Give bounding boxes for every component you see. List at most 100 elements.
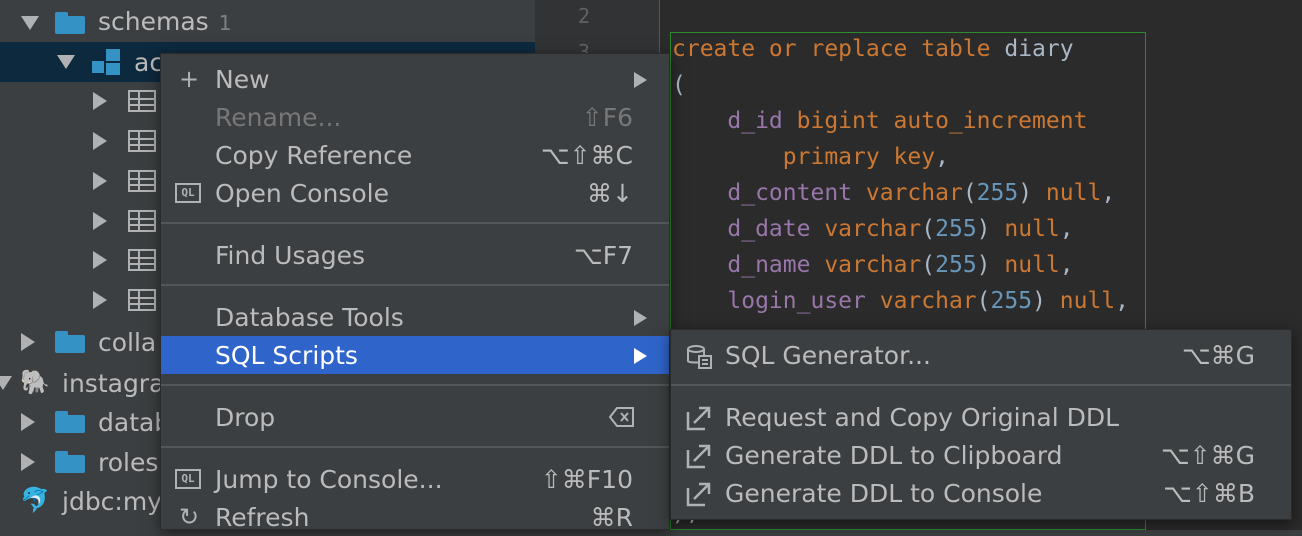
menu-separator	[671, 384, 1291, 386]
menu-item-label: Rename...	[215, 103, 342, 132]
code-line: create or replace table diary	[672, 36, 1074, 62]
sql-generator-icon	[687, 345, 712, 369]
expand-arrow-icon[interactable]	[21, 453, 35, 471]
menu-item-shortcut: ⌥⇧⌘G	[1160, 441, 1255, 470]
menu-item-label: Jump to Console...	[215, 465, 443, 494]
code-token: create or replace table	[672, 36, 1005, 62]
code-token: )	[1032, 288, 1060, 314]
code-token: ,	[1059, 216, 1074, 242]
code-token: (	[672, 72, 686, 98]
line-number: 2	[577, 4, 590, 28]
menu-item-sql-scripts[interactable]: SQL Scripts	[161, 336, 669, 374]
menu-separator	[161, 446, 669, 448]
code-token: d_date	[672, 216, 825, 242]
expand-arrow-icon[interactable]	[93, 132, 107, 150]
code-token: varchar	[879, 288, 977, 314]
menu-item-ddl-to-console[interactable]: Generate DDL to Console ⌥⇧⌘B	[671, 474, 1291, 512]
code-token: (	[921, 252, 936, 278]
menu-separator	[161, 384, 669, 386]
menu-item-label: Database Tools	[215, 303, 404, 332]
code-token: null	[1004, 252, 1060, 278]
menu-item-open-console[interactable]: QL Open Console ⌘↓	[161, 174, 669, 212]
code-token: (	[976, 288, 991, 314]
menu-item-label: Generate DDL to Console	[725, 479, 1043, 508]
code-token: (	[921, 216, 936, 242]
export-arrow-icon	[686, 482, 711, 507]
folder-icon	[55, 331, 85, 353]
submenu-arrow-icon	[634, 72, 647, 88]
console-icon: QL	[175, 469, 201, 489]
refresh-icon: ↻	[178, 503, 200, 531]
tree-row-schemas[interactable]: schemas 1	[0, 3, 535, 43]
expand-arrow-icon[interactable]	[93, 172, 107, 190]
expand-arrow-icon[interactable]	[21, 413, 35, 431]
code-token: 255	[935, 252, 977, 278]
menu-item-find-usages[interactable]: Find Usages ⌥F7	[161, 236, 669, 274]
code-token: )	[976, 252, 1005, 278]
menu-item-refresh[interactable]: ↻ Refresh ⌘R	[161, 498, 669, 536]
code-token: null	[1059, 288, 1116, 314]
menu-item-database-tools[interactable]: Database Tools	[161, 298, 669, 336]
menu-item-label: New	[215, 65, 270, 94]
submenu-arrow-icon	[634, 348, 647, 364]
table-icon	[128, 289, 156, 311]
code-token: ,	[1101, 180, 1116, 206]
menu-separator	[161, 284, 669, 286]
code-token: null	[1004, 216, 1060, 242]
delete-icon	[609, 407, 634, 427]
code-token: d_id	[672, 108, 797, 134]
submenu-arrow-icon	[634, 310, 647, 326]
menu-item-shortcut: ⇧F6	[581, 103, 633, 132]
menu-item-label: Find Usages	[215, 241, 366, 270]
menu-separator	[161, 222, 669, 224]
table-icon	[128, 90, 156, 112]
code-token: 255	[990, 288, 1033, 314]
code-token: login_user	[672, 288, 880, 314]
expand-arrow-icon[interactable]	[21, 333, 35, 351]
expand-arrow-icon[interactable]	[93, 212, 107, 230]
mysql-icon: 🐬	[20, 486, 50, 514]
code-token: varchar	[824, 252, 922, 278]
code-token: null	[1045, 180, 1102, 206]
code-token: ,	[1059, 252, 1074, 278]
menu-item-label: Drop	[215, 403, 276, 432]
tree-row-label: ac	[134, 48, 164, 77]
code-token: 255	[976, 180, 1019, 206]
table-icon	[128, 249, 156, 271]
console-icon: QL	[175, 183, 201, 203]
menu-item-label: SQL Scripts	[215, 341, 358, 370]
code-token: diary	[1004, 36, 1074, 62]
code-line: primary key,	[672, 144, 949, 170]
code-token: varchar	[865, 180, 963, 206]
expand-arrow-icon[interactable]	[93, 291, 107, 309]
menu-item-new[interactable]: + New	[161, 60, 669, 98]
code-line: (	[672, 72, 686, 98]
expand-arrow-icon[interactable]	[93, 251, 107, 269]
code-token: (	[962, 180, 977, 206]
code-token: bigint auto_increment	[796, 108, 1088, 134]
expand-arrow-icon[interactable]	[0, 376, 12, 390]
menu-item-ddl-to-clipboard[interactable]: Generate DDL to Clipboard ⌥⇧⌘G	[671, 436, 1291, 474]
menu-item-shortcut: ⌥⇧⌘C	[540, 141, 633, 170]
menu-item-drop[interactable]: Drop	[161, 398, 669, 436]
context-menu: + New Rename... ⇧F6 Copy Reference ⌥⇧⌘C …	[160, 53, 670, 532]
export-arrow-icon	[686, 406, 711, 431]
expand-arrow-icon[interactable]	[93, 92, 107, 110]
menu-item-rename[interactable]: Rename... ⇧F6	[161, 98, 669, 136]
code-token: d_name	[672, 252, 825, 278]
menu-item-shortcut: ⌥F7	[573, 241, 633, 270]
code-token: ,	[935, 144, 949, 170]
menu-item-shortcut: ⌘R	[590, 503, 633, 532]
menu-item-request-copy-ddl[interactable]: Request and Copy Original DDL	[671, 398, 1291, 436]
table-icon	[128, 210, 156, 232]
menu-item-shortcut: ⌥⌘G	[1181, 341, 1255, 370]
expand-arrow-icon[interactable]	[57, 55, 75, 69]
tree-row-label: jdbc:my	[62, 487, 162, 516]
menu-item-copy-reference[interactable]: Copy Reference ⌥⇧⌘C	[161, 136, 669, 174]
expand-arrow-icon[interactable]	[21, 16, 39, 30]
code-line: d_id bigint auto_increment	[672, 108, 1087, 134]
code-token: 255	[935, 216, 977, 242]
menu-item-jump-to-console[interactable]: QL Jump to Console... ⇧⌘F10	[161, 460, 669, 498]
code-token: )	[976, 216, 1005, 242]
menu-item-sql-generator[interactable]: SQL Generator... ⌥⌘G	[671, 336, 1291, 374]
